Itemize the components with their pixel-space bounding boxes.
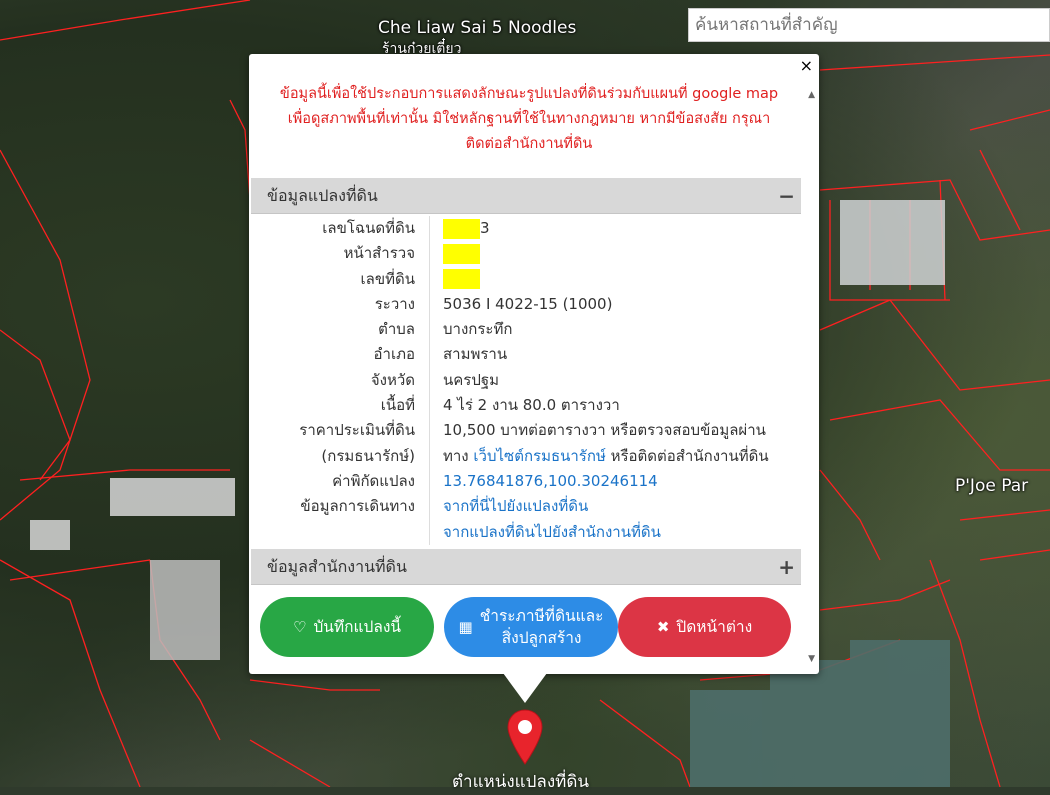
field-value: 10,500 บาทต่อตารางวา หรือตรวจสอบข้อมูลผ่… [443,421,766,440]
field-label: ข้อมูลการเดินทาง [300,497,415,516]
expand-icon[interactable]: + [778,549,795,585]
disclaimer-line: ติดต่อสำนักงานที่ดิน [465,136,593,152]
disclaimer-line: ข้อมูลนี้เพื่อใช้ประกอบการแสดงลักษณะรูปแ… [279,86,779,102]
section-header-land-office[interactable]: ข้อมูลสำนักงานที่ดิน + [251,549,801,585]
treasury-website-link[interactable]: เว็บไซต์กรมธนารักษ์ [473,447,605,465]
row-province: จังหวัด นครปฐม [251,367,801,394]
poi-label-pjoe[interactable]: P'Joe Par [955,476,1028,496]
field-value: นครปฐม [443,370,500,389]
row-travel: ข้อมูลการเดินทาง จากที่นี่ไปยังแปลงที่ดิ… [251,494,801,520]
redaction-mark [443,243,480,264]
pay-land-tax-button[interactable]: ▦ ชำระภาษีที่ดินและ สิ่งปลูกสร้าง [444,597,618,657]
field-value [443,241,480,266]
redaction-mark [443,269,480,290]
row-coords: ค่าพิกัดแปลง 13.76841876,100.30246114 [251,468,801,495]
map-pin-icon[interactable] [506,708,544,768]
row-subdistrict: ตำบล บางกระทึก [251,317,801,343]
parcel-details: เลขโฉนดที่ดิน 3 หน้าสำรวจ เลขที่ดิน ระวา… [251,216,801,545]
close-x-icon: ✖ [656,618,670,636]
coordinates-link[interactable]: 13.76841876,100.30246114 [443,469,658,494]
redaction-mark [443,218,480,239]
row-travel-cont: จากแปลงที่ดินไปยังสำนักงานที่ดิน [251,519,801,545]
price-text: ทาง [443,446,474,465]
field-value: สามพราน [443,345,508,364]
field-value: 5036 I 4022-15 (1000) [443,294,613,313]
field-label: ค่าพิกัดแปลง [332,471,415,490]
collapse-icon[interactable]: − [778,178,795,214]
section-header-parcel-info[interactable]: ข้อมูลแปลงที่ดิน − [251,178,801,214]
section-title: ข้อมูลสำนักงานที่ดิน [267,557,407,576]
field-label: อำเภอ [373,345,415,364]
field-label: ราคาประเมินที่ดิน [299,421,415,440]
disclaimer-text: ข้อมูลนี้เพื่อใช้ประกอบการแสดงลักษณะรูปแ… [249,82,809,157]
parcel-info-popup: × ▲ ▼ ข้อมูลนี้เพื่อใช้ประกอบการแสดงลักษ… [249,54,819,674]
directions-to-office-link[interactable]: จากแปลงที่ดินไปยังสำนักงานที่ดิน [443,520,661,545]
button-label: ปิดหน้าต่าง [676,618,753,636]
save-parcel-button[interactable]: ♡ บันทึกแปลงนี้ [260,597,434,657]
field-value [443,267,480,292]
field-value: 3 [443,216,490,241]
heart-icon: ♡ [293,618,307,636]
row-area: เนื้อที่ 4 ไร่ 2 งาน 80.0 ตารางวา [251,393,801,419]
disclaimer-line: เพื่อดูสภาพพื้นที่เท่านั้น มิใช่หลักฐานท… [287,111,771,127]
field-label: เลขที่ดิน [360,269,415,288]
scroll-down-arrow-icon[interactable]: ▼ [808,654,815,664]
button-label: บันทึกแปลงนี้ [313,618,401,636]
row-price-cont: (กรมธนารักษ์) ทาง เว็บไซต์กรมธนารักษ์ หร… [251,443,801,469]
row-sheet: ระวาง 5036 I 4022-15 (1000) [251,291,801,318]
button-label: ชำระภาษีที่ดินและ [479,607,604,625]
close-icon[interactable]: × [800,56,813,75]
scroll-up-arrow-icon[interactable]: ▲ [808,90,815,100]
close-window-button[interactable]: ✖ ปิดหน้าต่าง [618,597,791,657]
row-deed-no: เลขโฉนดที่ดิน 3 [251,216,801,242]
qr-code-icon: ▦ [458,618,473,636]
field-value: 4 ไร่ 2 งาน 80.0 ตารางวา [443,396,620,415]
poi-label-noodles[interactable]: Che Liaw Sai 5 Noodles [378,18,576,38]
deed-no-suffix: 3 [480,219,490,237]
search-input[interactable] [688,8,1050,42]
row-parcel-no: เลขที่ดิน [251,266,801,292]
field-label: จังหวัด [370,370,415,389]
button-label: สิ่งปลูกสร้าง [501,629,582,647]
price-text: หรือติดต่อสำนักงานที่ดิน [605,446,769,465]
section-title: ข้อมูลแปลงที่ดิน [267,186,378,205]
field-label: ระวาง [374,294,415,313]
pin-label: ตำแหน่งแปลงที่ดิน [452,772,590,792]
field-label: เนื้อที่ [380,396,415,415]
row-survey-page: หน้าสำรวจ [251,241,801,267]
field-label: ตำบล [378,320,415,339]
field-value: ทาง เว็บไซต์กรมธนารักษ์ หรือติดต่อสำนักง… [443,444,769,469]
row-district: อำเภอ สามพราน [251,342,801,368]
field-label: หน้าสำรวจ [343,244,415,263]
directions-to-parcel-link[interactable]: จากที่นี่ไปยังแปลงที่ดิน [443,494,588,519]
popup-pointer [503,673,547,703]
field-label: เลขโฉนดที่ดิน [322,219,415,237]
field-label: (กรมธนารักษ์) [321,446,415,465]
row-price: ราคาประเมินที่ดิน 10,500 บาทต่อตารางวา ห… [251,418,801,444]
field-value: บางกระทึก [443,320,513,339]
